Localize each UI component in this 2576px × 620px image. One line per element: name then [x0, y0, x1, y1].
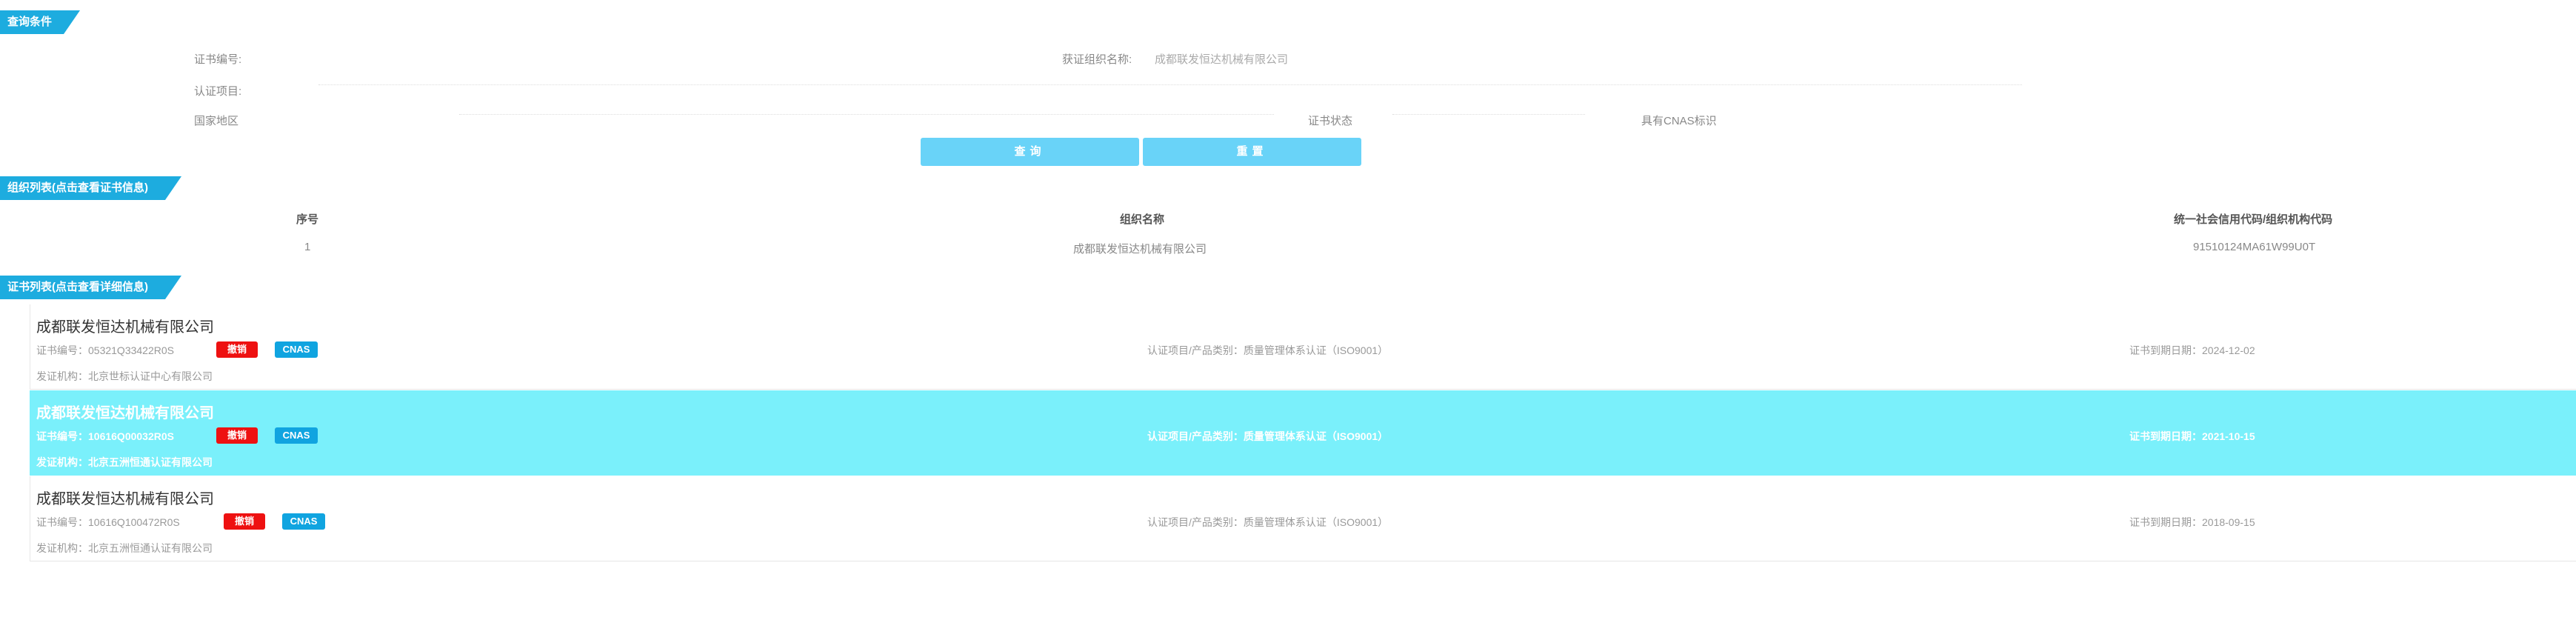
cert-item-select[interactable] — [318, 83, 2022, 85]
cert-expiry: 证书到期日期：2018-09-15 — [2129, 516, 2255, 528]
status-select[interactable] — [1392, 113, 1585, 115]
cert-issuer: 发证机构：北京五洲恒通认证有限公司 — [36, 542, 213, 554]
cert-issuer: 发证机构：北京世标认证中心有限公司 — [36, 370, 213, 382]
org-table-header-name: 组织名称 — [1120, 213, 1165, 226]
revoked-tag: 撤销 — [216, 341, 258, 358]
cert-no: 证书编号：10616Q00032R0S — [36, 430, 174, 442]
cert-company: 成都联发恒达机械有限公司 — [36, 491, 214, 507]
cert-item: 认证项目/产品类别：质量管理体系认证（ISO9001） — [1147, 430, 1389, 442]
query-section-header: 查询条件 — [0, 10, 80, 34]
org-row-code: 91510124MA61W99U0T — [2193, 241, 2316, 253]
cnas-tag: CNAS — [275, 427, 318, 444]
org-row-name[interactable]: 成都联发恒达机械有限公司 — [1073, 241, 1207, 256]
region-label: 国家地区 — [194, 115, 239, 127]
cnas-label: 具有CNAS标识 — [1641, 115, 1717, 127]
cert-company: 成都联发恒达机械有限公司 — [36, 405, 214, 421]
cert-no: 证书编号：10616Q100472R0S — [36, 516, 180, 528]
org-name-label: 获证组织名称: — [1062, 53, 1132, 66]
cert-company: 成都联发恒达机械有限公司 — [36, 319, 214, 336]
cert-no-label: 证书编号: — [194, 53, 242, 66]
reset-button[interactable]: 重置 — [1143, 138, 1361, 166]
region-select[interactable] — [459, 113, 1274, 115]
org-table-header-code: 统一社会信用代码/组织机构代码 — [2174, 213, 2333, 226]
cert-issuer: 发证机构：北京五洲恒通认证有限公司 — [36, 456, 213, 468]
status-label: 证书状态 — [1308, 115, 1353, 127]
cnas-tag: CNAS — [275, 341, 318, 358]
revoked-tag: 撤销 — [216, 427, 258, 444]
search-button[interactable]: 查询 — [921, 138, 1139, 166]
cert-item: 认证项目/产品类别：质量管理体系认证（ISO9001） — [1147, 344, 1389, 356]
cert-card[interactable]: 成都联发恒达机械有限公司 证书编号：10616Q100472R0S 撤销 CNA… — [30, 476, 2576, 561]
cert-item-label: 认证项目: — [194, 85, 242, 98]
cert-item: 认证项目/产品类别：质量管理体系认证（ISO9001） — [1147, 516, 1389, 528]
cnas-tag: CNAS — [282, 513, 325, 530]
cert-list-section-header: 证书列表(点击查看详细信息) — [0, 276, 181, 299]
org-table-header-index: 序号 — [296, 213, 319, 226]
cert-no: 证书编号：05321Q33422R0S — [36, 344, 174, 356]
org-list-section-header: 组织列表(点击查看证书信息) — [0, 176, 181, 200]
org-name-input[interactable]: 成都联发恒达机械有限公司 — [1155, 51, 1288, 67]
revoked-tag: 撤销 — [224, 513, 265, 530]
cert-card[interactable]: 成都联发恒达机械有限公司 证书编号：05321Q33422R0S 撤销 CNAS… — [30, 304, 2576, 390]
cert-expiry: 证书到期日期：2021-10-15 — [2129, 430, 2255, 442]
cert-card[interactable]: 成都联发恒达机械有限公司 证书编号：10616Q00032R0S 撤销 CNAS… — [30, 390, 2576, 476]
org-row-index: 1 — [304, 241, 311, 253]
cert-expiry: 证书到期日期：2024-12-02 — [2129, 344, 2255, 356]
